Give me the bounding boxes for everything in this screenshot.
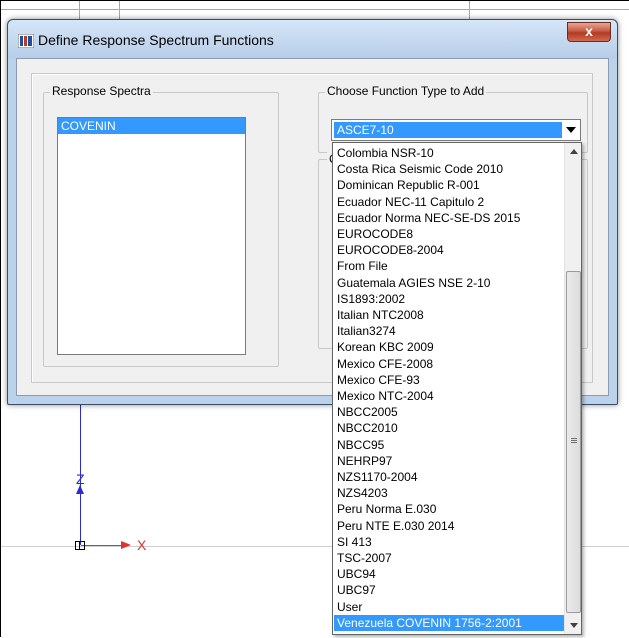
chevron-down-icon[interactable] (566, 127, 576, 133)
dropdown-option[interactable]: Guatemala AGIES NSE 2-10 (334, 275, 564, 291)
dropdown-scrollbar[interactable] (564, 143, 581, 634)
grip-icon (571, 442, 577, 443)
dropdown-option[interactable]: NZS4203 (334, 485, 564, 501)
dropdown-option[interactable]: NEHRP97 (334, 453, 564, 469)
response-spectra-group: Response Spectra COVENIN (43, 84, 279, 367)
dropdown-option[interactable]: EUROCODE8 (334, 226, 564, 242)
dropdown-option[interactable]: NBCC2005 (334, 404, 564, 420)
origin-marker (75, 541, 85, 550)
dropdown-option[interactable]: SI 413 (334, 534, 564, 550)
dropdown-option[interactable]: TSC-2007 (334, 550, 564, 566)
grid-line (1, 9, 629, 10)
dropdown-option[interactable]: Colombia NSR-10 (334, 145, 564, 161)
dropdown-option[interactable]: NBCC95 (334, 437, 564, 453)
dropdown-option[interactable]: From File (334, 258, 564, 274)
grid-line (79, 1, 80, 21)
dropdown-option[interactable]: Ecuador Norma NEC-SE-DS 2015 (334, 210, 564, 226)
title-bar[interactable]: Define Response Spectrum Functions x (8, 20, 617, 58)
origin-marker-line (79, 541, 80, 550)
dropdown-option[interactable]: Mexico CFE-2008 (334, 356, 564, 372)
grip-icon (571, 440, 577, 441)
dropdown-option[interactable]: Italian NTC2008 (334, 307, 564, 323)
app-icon (17, 33, 35, 49)
response-spectra-label: Response Spectra (50, 84, 153, 98)
grid-line (119, 1, 120, 21)
x-axis-line (81, 545, 123, 546)
z-axis-label: Z (76, 471, 85, 487)
dropdown-option[interactable]: UBC97 (334, 582, 564, 598)
dropdown-option[interactable]: Peru NTE E.030 2014 (334, 518, 564, 534)
dropdown-option[interactable]: Italian3274 (334, 323, 564, 339)
close-button[interactable]: x (567, 22, 611, 42)
dropdown-option[interactable]: Ecuador NEC-11 Capitulo 2 (334, 194, 564, 210)
function-type-selected: ASCE7-10 (334, 122, 562, 138)
grip-icon (571, 438, 577, 439)
function-type-dropdown-list[interactable]: Colombia NSR-10 Costa Rica Seismic Code 2… (332, 142, 582, 635)
scroll-down-button[interactable] (566, 617, 581, 634)
dropdown-option[interactable]: User (334, 599, 564, 615)
grid-line (469, 1, 470, 21)
response-spectra-list[interactable]: COVENIN (57, 117, 246, 355)
dropdown-option[interactable]: Korean KBC 2009 (334, 339, 564, 355)
x-axis-label: X (137, 537, 147, 553)
dropdown-option[interactable]: UBC94 (334, 566, 564, 582)
dropdown-option[interactable]: Dominican Republic R-001 (334, 177, 564, 193)
dropdown-option[interactable]: Costa Rica Seismic Code 2010 (334, 161, 564, 177)
x-axis-arrow-head (121, 541, 131, 549)
scroll-thumb[interactable] (566, 271, 581, 613)
window-title: Define Response Spectrum Functions (38, 32, 274, 48)
function-type-combobox[interactable]: ASCE7-10 (331, 119, 581, 141)
dropdown-option[interactable]: NBCC2010 (334, 420, 564, 436)
scroll-up-button[interactable] (566, 143, 581, 160)
dropdown-option[interactable]: Peru Norma E.030 (334, 501, 564, 517)
dropdown-option[interactable]: Venezuela COVENIN 1756-2:2001 (334, 614, 564, 631)
arrow-up-icon (570, 149, 578, 154)
dropdown-option[interactable]: Mexico CFE-93 (334, 372, 564, 388)
dropdown-option[interactable]: IS1893:2002 (334, 291, 564, 307)
arrow-down-icon (570, 623, 578, 628)
dropdown-option[interactable]: NZS1170-2004 (334, 469, 564, 485)
z-axis-arrow (80, 487, 81, 545)
dropdown-option[interactable]: EUROCODE8-2004 (334, 242, 564, 258)
function-type-label: Choose Function Type to Add (325, 84, 487, 98)
list-item[interactable]: COVENIN (58, 118, 245, 134)
dropdown-option[interactable]: Mexico NTC-2004 (334, 388, 564, 404)
